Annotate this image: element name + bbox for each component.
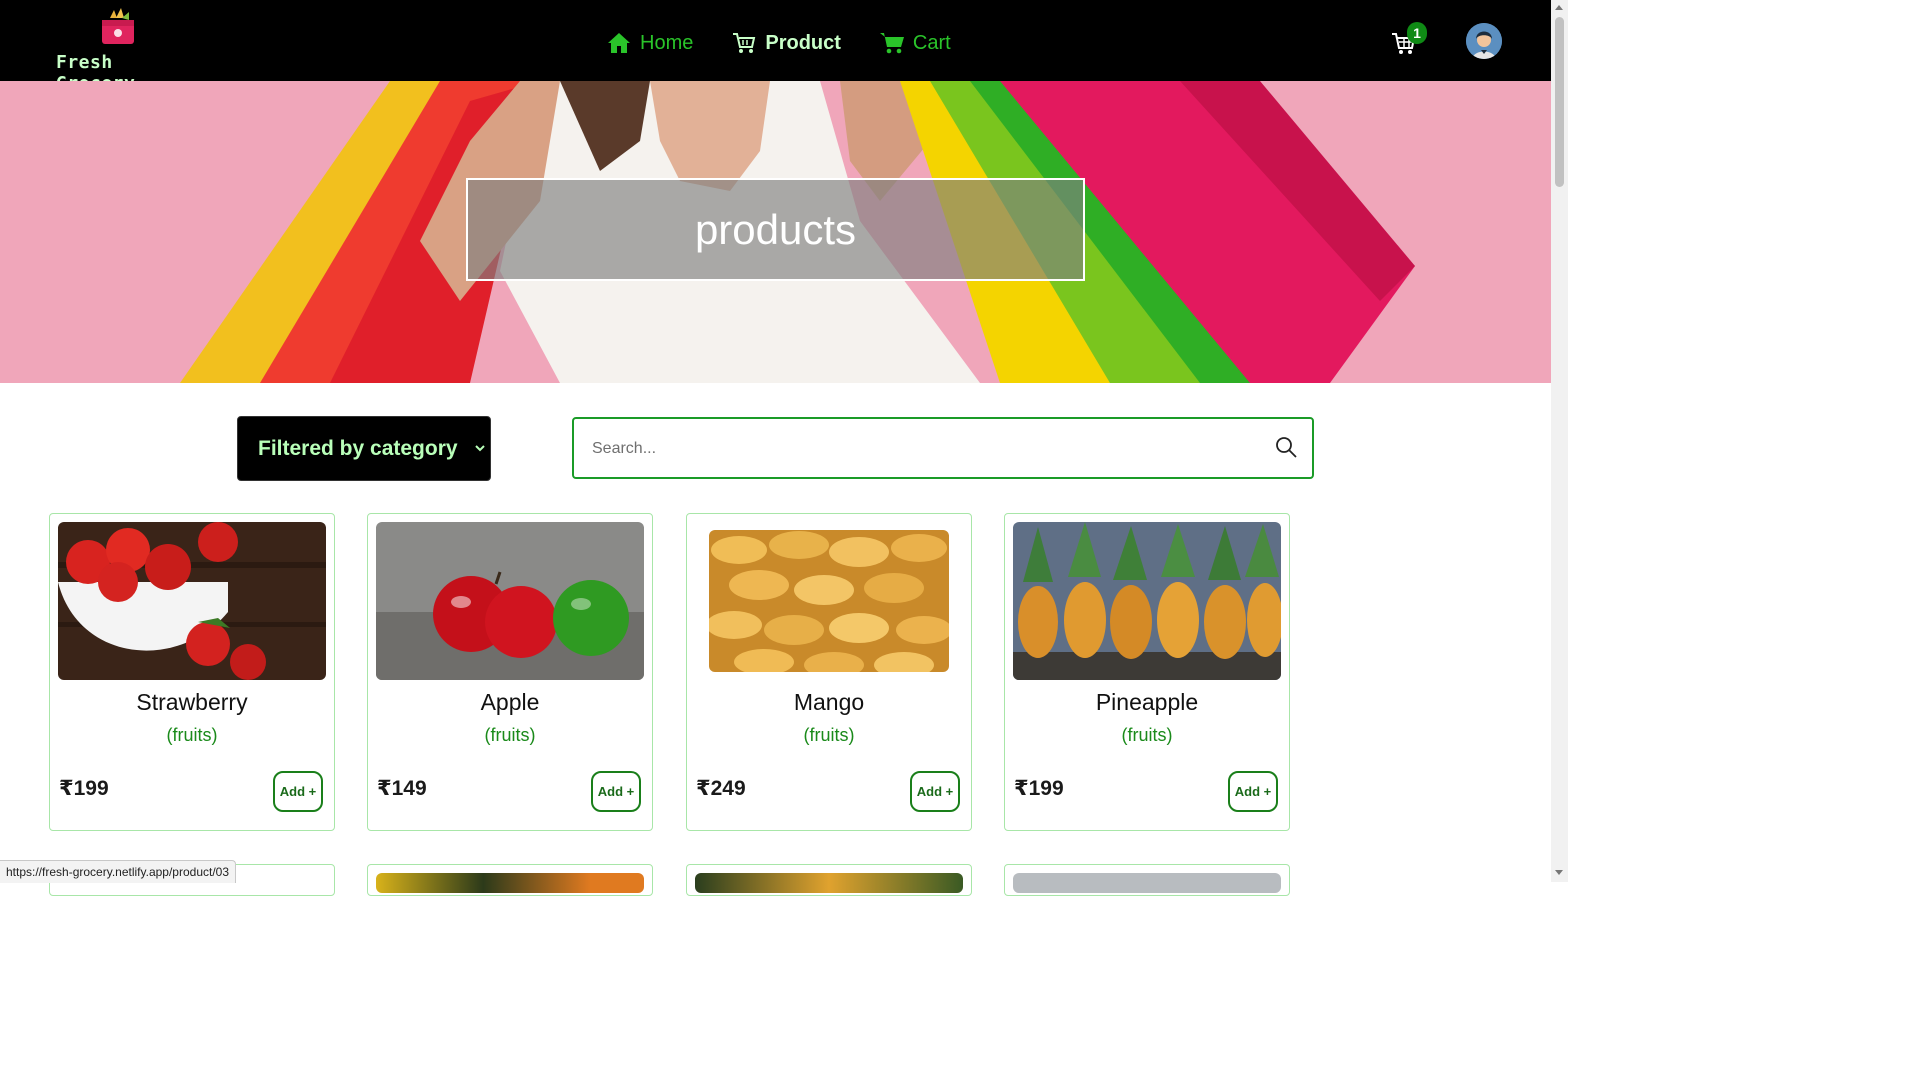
product-card-partial — [686, 864, 972, 896]
grocery-basket-icon — [102, 8, 134, 44]
add-to-cart-button[interactable]: Add + — [1228, 771, 1278, 812]
scroll-down-arrow-icon[interactable] — [1555, 870, 1563, 875]
hero-title-box: products — [466, 178, 1085, 281]
product-card-partial — [367, 864, 653, 896]
hero-banner: products — [0, 81, 1551, 383]
product-name: Pineapple — [1095, 689, 1199, 715]
product-card: Pineapple (fruits) ₹199 Add + — [1004, 513, 1290, 831]
product-price: ₹199 — [1014, 777, 1064, 800]
home-icon — [608, 33, 630, 53]
top-navbar: Fresh Grocery Home Product — [0, 0, 1551, 94]
product-image-partial — [376, 873, 644, 893]
nav-cart[interactable]: Cart — [879, 30, 951, 56]
scroll-up-arrow-icon[interactable] — [1555, 5, 1563, 10]
search-box — [572, 417, 1314, 479]
product-price: ₹199 — [59, 777, 109, 800]
nav-home-label: Home — [640, 31, 694, 54]
product-card-partial — [1004, 864, 1290, 896]
product-name: Mango — [793, 689, 865, 715]
main-nav: Home Product Cart — [606, 28, 989, 58]
add-to-cart-button[interactable]: Add + — [910, 771, 960, 812]
nav-home[interactable]: Home — [606, 30, 693, 56]
product-card: Apple (fruits) ₹149 Add + — [367, 513, 653, 831]
add-to-cart-button[interactable]: Add + — [273, 771, 323, 812]
product-card: Strawberry (fruits) ₹199 Add + — [49, 513, 335, 831]
search-input[interactable] — [590, 433, 1254, 465]
apple-image — [376, 522, 644, 680]
nav-product[interactable]: Product — [731, 30, 841, 56]
product-name: Apple — [480, 689, 540, 715]
nav-product-label: Product — [765, 31, 841, 54]
cart-icon — [879, 33, 904, 54]
scroll-thumb[interactable] — [1555, 17, 1564, 187]
search-icon[interactable] — [1274, 435, 1298, 459]
product-name: Strawberry — [136, 689, 248, 715]
product-category: (fruits) — [484, 725, 536, 745]
product-image-partial — [1013, 873, 1281, 893]
product-price: ₹149 — [377, 777, 427, 800]
nav-cart-label: Cart — [912, 31, 951, 54]
product-card: Mango (fruits) ₹249 Add + — [686, 513, 972, 831]
avatar-icon — [1466, 23, 1502, 59]
mango-image — [709, 530, 949, 672]
product-image-partial — [695, 873, 963, 893]
product-category: (fruits) — [166, 725, 218, 745]
page-title: products — [694, 205, 857, 253]
user-avatar[interactable] — [1466, 23, 1502, 59]
add-to-cart-button[interactable]: Add + — [591, 771, 641, 812]
page-scrollbar[interactable] — [1551, 0, 1568, 882]
chevron-down-icon — [475, 445, 485, 452]
cart-count-badge: 1 — [1407, 22, 1427, 44]
category-filter-label: Filtered by category — [258, 436, 458, 460]
category-filter-select[interactable]: Filtered by category — [237, 416, 491, 481]
product-category: (fruits) — [803, 725, 855, 745]
pineapple-image — [1013, 522, 1281, 680]
strawberry-image — [58, 522, 326, 680]
product-price: ₹249 — [696, 777, 746, 800]
product-category: (fruits) — [1121, 725, 1173, 745]
link-preview-status-bar: https://fresh-grocery.netlify.app/produc… — [0, 860, 237, 883]
brand-logo[interactable]: Fresh Grocery — [56, 8, 186, 94]
shopping-cart-outline-icon — [733, 33, 756, 53]
